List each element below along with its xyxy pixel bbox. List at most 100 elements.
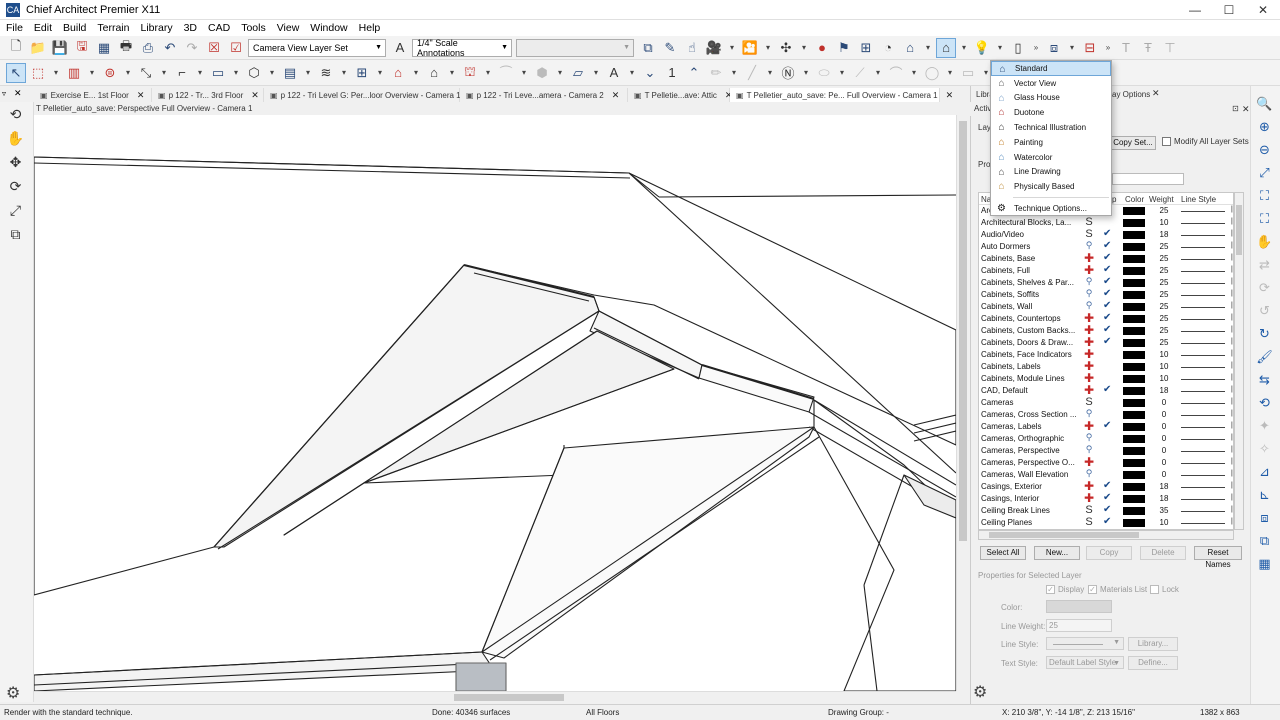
box-icon[interactable]: ⬡	[244, 63, 264, 83]
display-check-icon[interactable]: ✔	[1103, 276, 1111, 287]
record-icon[interactable]: ●	[812, 38, 832, 58]
select-objects-icon[interactable]: ↖	[6, 62, 26, 83]
layer-color-swatch[interactable]	[1123, 363, 1145, 371]
layer-color-swatch[interactable]	[1123, 243, 1145, 251]
rotate-view-icon[interactable]: ↻	[1255, 324, 1275, 344]
display-check-icon[interactable]: ✔	[1103, 384, 1111, 395]
technique-item[interactable]: ⌂ Duotone	[991, 105, 1111, 120]
layer-line-style[interactable]	[1181, 427, 1225, 428]
tab-display-options[interactable]: ay Options	[1112, 90, 1150, 99]
mouse-orbit-icon[interactable]: ⟲	[6, 104, 26, 124]
layer-row[interactable]: Ceiling Planes S ✔ 10 |	[979, 516, 1233, 529]
layer-row[interactable]: CAD, Default ✚ ✔ 18 |	[979, 383, 1233, 397]
layer-hand-icon[interactable]: ⚲	[1083, 432, 1095, 443]
down-arrow-icon[interactable]: ⌄	[640, 63, 660, 83]
display-check-icon[interactable]: ✔	[1103, 300, 1111, 311]
layer-hand-icon[interactable]: ⚲	[1083, 300, 1095, 311]
camera-icon[interactable]: 🎥	[704, 38, 724, 58]
display-check-icon[interactable]: ✔	[1103, 420, 1111, 431]
document-tab[interactable]: ▣ p 122 - Tri Level G: Per...loor Overvie…	[264, 88, 476, 102]
menu-tools[interactable]: Tools	[241, 22, 266, 34]
transform-icon[interactable]: ⧉	[6, 224, 26, 244]
column-icon[interactable]: ▤	[280, 63, 300, 83]
library-button[interactable]: Library...	[1128, 637, 1178, 651]
layer-hand-icon[interactable]: ⚲	[1083, 288, 1095, 299]
layer-color-swatch[interactable]	[1123, 483, 1145, 491]
layer-color-swatch[interactable]	[1123, 399, 1145, 407]
technique-item[interactable]: ⌂ Watercolor	[991, 150, 1111, 165]
layer-line-style[interactable]	[1181, 439, 1225, 440]
annotation-set-select[interactable]: 1/4" Scale Annotations ▼	[412, 38, 512, 58]
document-tab[interactable]: ▣ T Pelletier_auto_save: Pe... Full Overv…	[730, 88, 953, 102]
layer-set-select[interactable]: Camera View Layer Set ▼	[248, 38, 386, 57]
light-bulb-icon[interactable]: 💡	[972, 38, 992, 58]
layer-line-style[interactable]	[1181, 295, 1225, 296]
panel-close-icon[interactable]: ✕	[1242, 102, 1250, 116]
layer-color-swatch[interactable]	[1123, 411, 1145, 419]
stairs-icon[interactable]: ⌐	[172, 63, 192, 83]
define-button[interactable]: Define...	[1128, 656, 1178, 670]
layer-line-style[interactable]	[1181, 391, 1225, 392]
floor-stack-icon[interactable]: ≋	[316, 63, 336, 83]
color-swatch[interactable]	[1046, 600, 1112, 613]
copy-set-button[interactable]: Copy Set...	[1110, 136, 1156, 150]
layer-line-style[interactable]	[1181, 511, 1225, 512]
layer-plus-icon[interactable]: ✚	[1083, 419, 1095, 433]
undo-zoom-icon[interactable]: ⤢	[1255, 163, 1275, 183]
layer-row[interactable]: Cameras, Perspective ⚲ 0 |	[979, 444, 1233, 457]
tab-close-icon[interactable]: ✕	[612, 90, 620, 101]
reset-names-button[interactable]: Reset Names	[1194, 546, 1242, 569]
terrain-icon[interactable]: ⏜	[496, 63, 516, 83]
rotate-icon[interactable]: ⟳	[6, 176, 26, 196]
layer-color-swatch[interactable]	[1123, 471, 1145, 479]
layer-line-style[interactable]	[1181, 247, 1225, 248]
layer-line-style[interactable]	[1181, 451, 1225, 452]
technique-options-item[interactable]: ⚙ Technique Options...	[991, 201, 1111, 216]
col-line-style[interactable]: Line Style	[1181, 195, 1216, 204]
layer-color-swatch[interactable]	[1123, 423, 1145, 431]
layer-color-swatch[interactable]	[1123, 255, 1145, 263]
layer-s-icon[interactable]: S	[1083, 516, 1095, 528]
menu-cad[interactable]: CAD	[208, 22, 230, 34]
walkthrough-icon[interactable]: ⚑	[834, 38, 854, 58]
display-check-icon[interactable]: ✔	[1103, 288, 1111, 299]
library-object-icon[interactable]: ⛫	[460, 63, 480, 83]
maximize-button[interactable]: ☐	[1212, 0, 1246, 20]
zoom-out-icon[interactable]: ⊖	[1255, 140, 1275, 160]
layer-line-style[interactable]	[1181, 523, 1225, 524]
display-check-icon[interactable]: ✔	[1103, 312, 1111, 323]
copy-icon[interactable]: ⧉	[638, 38, 658, 58]
layer-line-style[interactable]	[1181, 307, 1225, 308]
line-weight-field[interactable]: 25	[1046, 619, 1112, 632]
panel-pin-icon[interactable]: ⊡	[1232, 102, 1239, 116]
new-layer-button[interactable]: New...	[1034, 546, 1080, 560]
menu-terrain[interactable]: Terrain	[97, 22, 129, 34]
roof-icon[interactable]: ⌂	[388, 63, 408, 83]
layout-icon[interactable]: ▦	[94, 38, 114, 58]
display-check-icon[interactable]: ✔	[1103, 492, 1111, 503]
text-color-icon[interactable]: A	[604, 63, 624, 83]
group-select-2-icon[interactable]: ⧉	[1255, 531, 1275, 551]
angle-check-icon[interactable]: ⊾	[1255, 485, 1275, 505]
fill-window-icon[interactable]: ⛶	[1255, 186, 1275, 206]
line-check-icon[interactable]: ⊿	[1255, 462, 1275, 482]
print-icon[interactable]: 🖶	[116, 38, 136, 58]
layer-line-style[interactable]	[1181, 463, 1225, 464]
layer-plus-icon[interactable]: ✚	[1083, 491, 1095, 505]
tab-close-icon[interactable]: ✕	[1152, 88, 1160, 99]
layer-color-swatch[interactable]	[1123, 207, 1145, 215]
layer-display-icon[interactable]: ☒	[204, 38, 224, 58]
technique-item[interactable]: ⌂ Standard	[991, 61, 1111, 76]
layer-line-style[interactable]	[1181, 235, 1225, 236]
layer-line-style[interactable]	[1181, 319, 1225, 320]
col-color[interactable]: Color	[1125, 195, 1144, 204]
3d-viewport[interactable]	[34, 115, 956, 691]
point-marker-icon[interactable]: ✦	[1255, 416, 1275, 436]
view-settings-gear-icon[interactable]: ⚙	[6, 683, 20, 703]
display-check-icon[interactable]: ✔	[1103, 324, 1111, 335]
fill-all-icon[interactable]: ⛶	[1255, 209, 1275, 229]
layer-color-swatch[interactable]	[1123, 303, 1145, 311]
tab-close-icon[interactable]: ✕	[137, 90, 145, 101]
print-preview-icon[interactable]: ⎙	[138, 38, 158, 58]
rendering-technique-icon[interactable]: ⌂	[936, 37, 956, 58]
